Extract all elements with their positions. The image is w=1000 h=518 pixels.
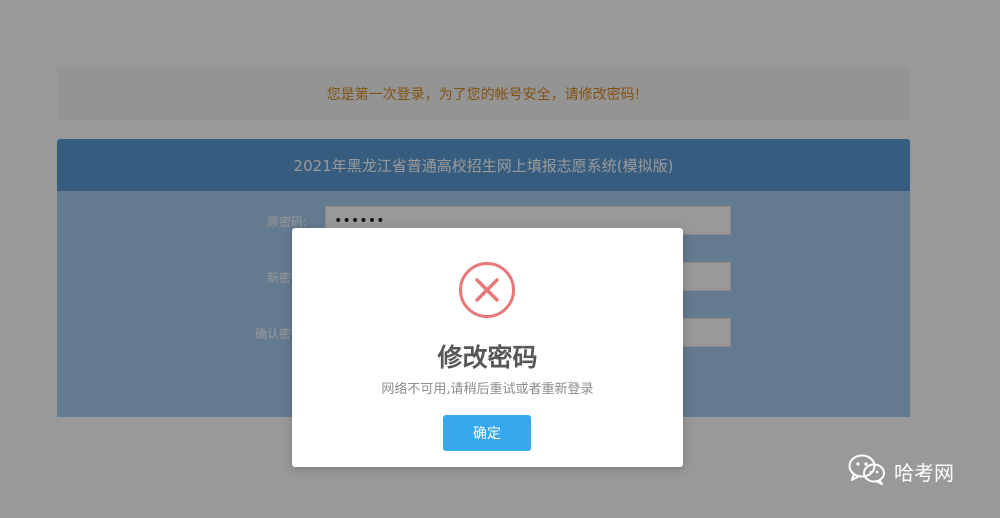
page: 您是第一次登录，为了您的帐号安全，请修改密码! 2021年黑龙江省普通高校招生网…: [0, 0, 1000, 518]
error-dialog: 修改密码 网络不可用,请稍后重试或者重新登录 确定: [292, 228, 683, 467]
confirm-button[interactable]: 确定: [443, 415, 531, 451]
error-circle-x-icon: [458, 261, 516, 319]
dialog-message: 网络不可用,请稍后重试或者重新登录: [381, 382, 594, 397]
wechat-icon: [848, 453, 886, 489]
watermark-text: 哈考网: [894, 460, 954, 485]
watermark: 哈考网: [848, 453, 954, 489]
dialog-title: 修改密码: [437, 343, 538, 372]
